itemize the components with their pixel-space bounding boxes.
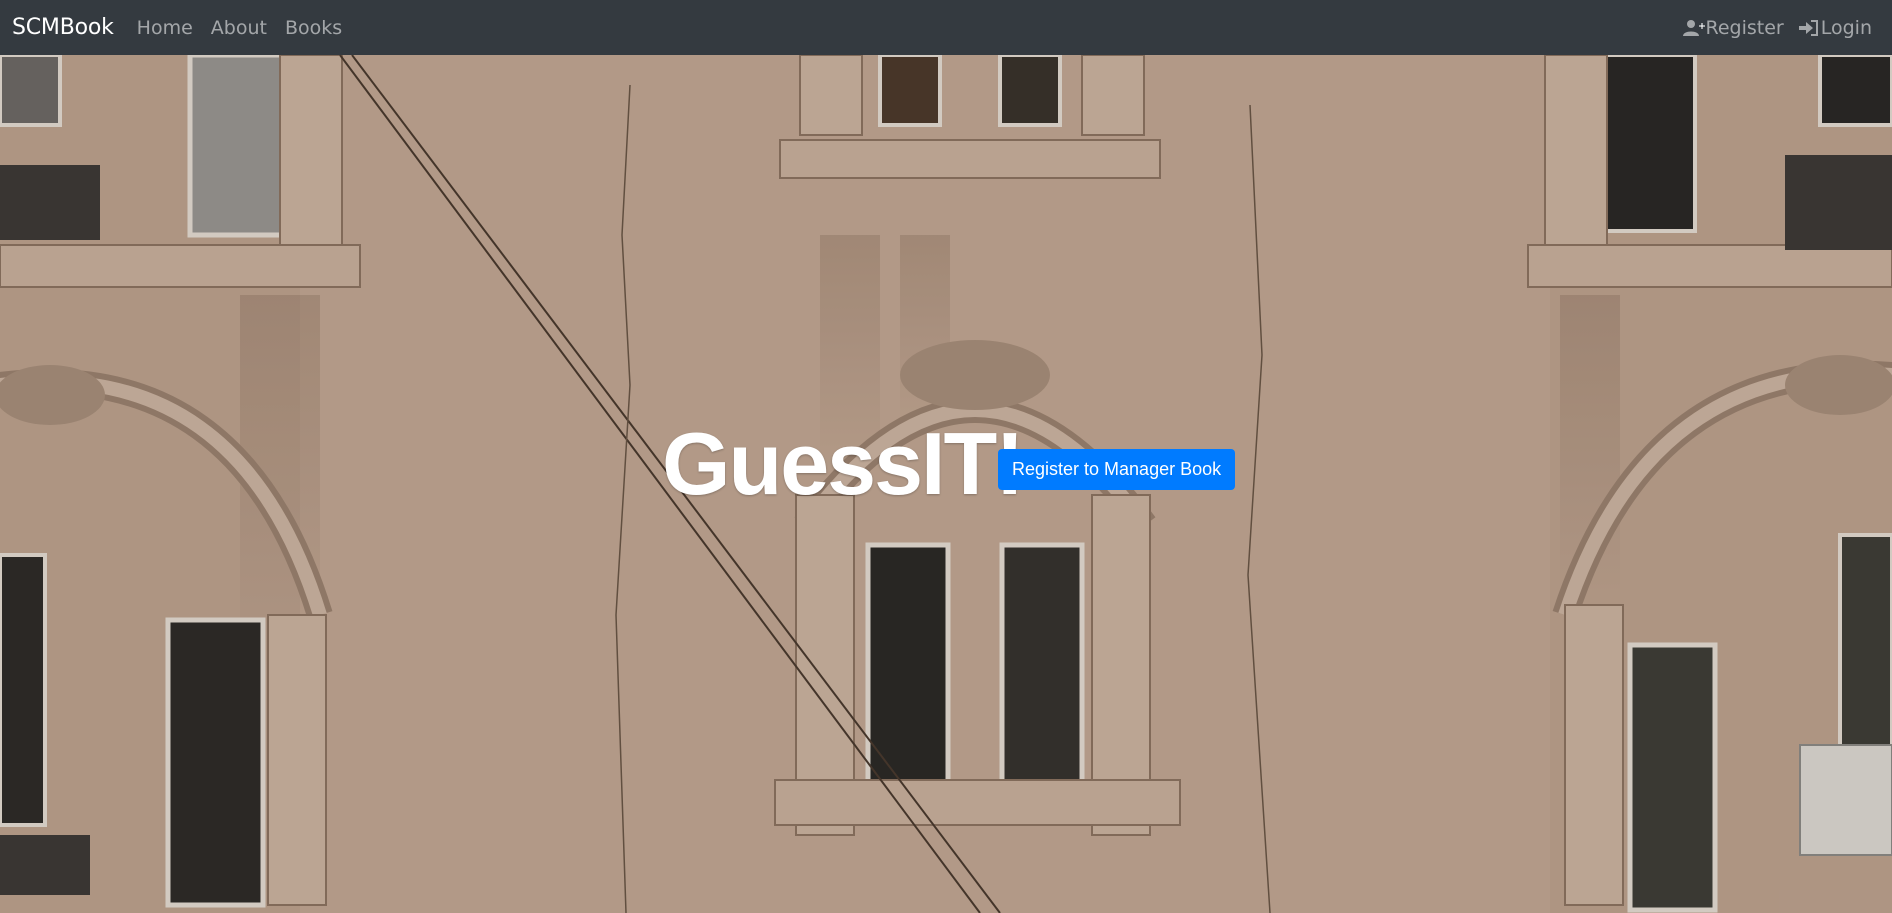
sign-in-icon [1798,19,1818,36]
nav-books-link[interactable]: Books [276,17,351,39]
navbar: SCMBook Home About Books Register Login [0,0,1892,55]
brand-logo[interactable]: SCMBook [12,15,114,40]
nav-home-link[interactable]: Home [128,17,202,39]
login-label: Login [1820,16,1872,39]
login-link[interactable]: Login [1798,17,1872,39]
register-link[interactable]: Register [1682,16,1784,39]
nav-auth: Register Login [1682,16,1881,39]
nav-about-link[interactable]: About [202,17,276,39]
register-cta-button[interactable]: Register to Manager Book [998,449,1236,490]
user-plus-icon [1682,19,1705,36]
hero-title: GuessIT! [662,414,1025,513]
nav-links: Home About Books [128,17,351,39]
register-label: Register [1705,16,1784,39]
